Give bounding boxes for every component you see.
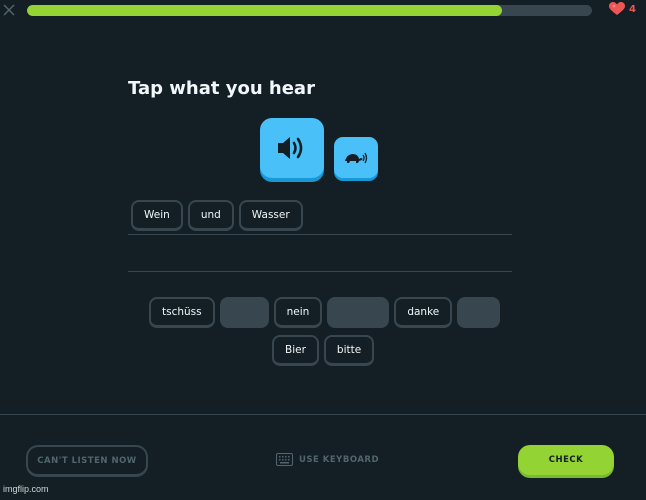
word-bank-row: tschüss nein danke — [149, 297, 501, 328]
used-word-placeholder — [219, 297, 269, 328]
answer-word-chip[interactable]: und — [187, 200, 234, 231]
close-icon — [3, 4, 15, 16]
answer-line — [128, 271, 512, 272]
close-button[interactable] — [2, 2, 16, 16]
use-keyboard-label: USE KEYBOARD — [299, 454, 379, 465]
word-bank-chip[interactable]: nein — [273, 297, 323, 328]
turtle-icon — [345, 152, 368, 163]
speaker-icon — [278, 137, 303, 159]
word-bank-row: Bier bitte — [272, 335, 375, 366]
heart-icon — [609, 2, 625, 15]
challenge-title: Tap what you hear — [128, 78, 315, 99]
answer-area: Wein und Wasser — [131, 200, 303, 231]
play-audio-button[interactable] — [260, 118, 324, 178]
watermark: imgflip.com — [3, 484, 49, 494]
answer-word-chip[interactable]: Wasser — [238, 200, 303, 231]
play-slow-audio-button[interactable] — [334, 137, 378, 178]
used-word-placeholder — [327, 297, 390, 328]
word-bank-chip[interactable]: tschüss — [149, 297, 215, 328]
word-bank-chip[interactable]: danke — [394, 297, 453, 328]
answer-word-chip[interactable]: Wein — [131, 200, 183, 231]
check-button[interactable]: CHECK — [518, 445, 614, 475]
keyboard-icon — [276, 453, 293, 466]
word-bank-chip[interactable]: Bier — [272, 335, 319, 366]
answer-line — [128, 234, 512, 235]
use-keyboard-button[interactable]: USE KEYBOARD — [276, 453, 379, 466]
cant-listen-button[interactable]: CAN'T LISTEN NOW — [26, 445, 148, 477]
progress-bar — [27, 5, 592, 16]
word-bank-chip[interactable]: bitte — [323, 335, 375, 366]
used-word-placeholder — [457, 297, 501, 328]
footer-divider — [0, 414, 646, 415]
hearts-count: 4 — [629, 3, 636, 15]
hearts-counter: 4 — [609, 2, 636, 16]
progress-fill — [27, 5, 502, 16]
